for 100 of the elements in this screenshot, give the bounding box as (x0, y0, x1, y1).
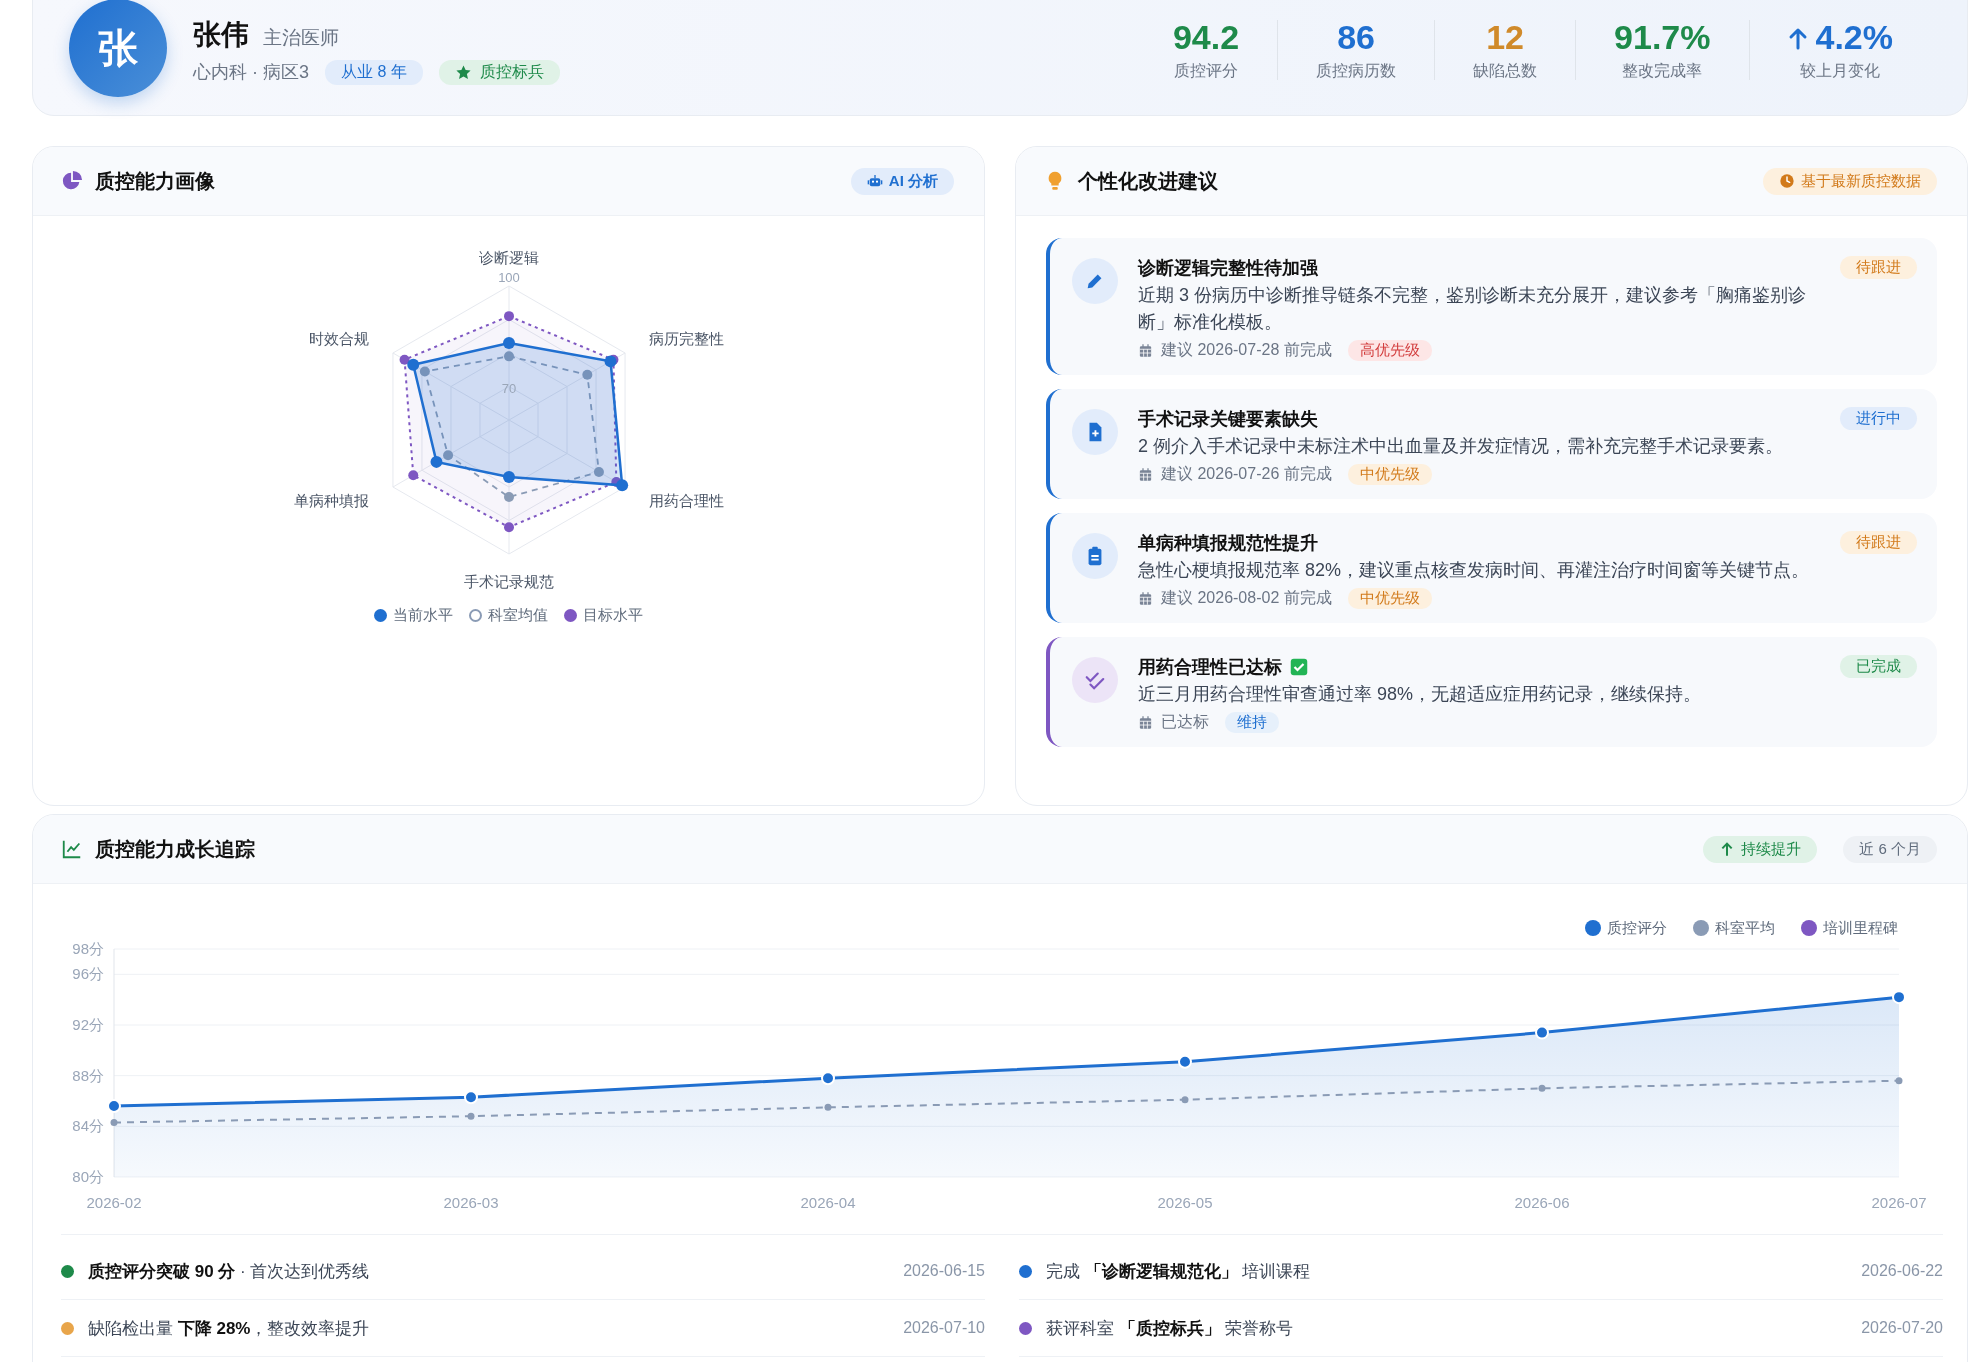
suggestion-text: 2 例介入手术记录中未标注术中出血量及并发症情况，需补充完整手术记录要素。 (1138, 435, 1784, 458)
line-chart-icon (61, 838, 83, 860)
pencil-icon (1072, 258, 1118, 304)
trend-badge: 持续提升 (1703, 835, 1818, 863)
radar-axis-label: 时效合规 (308, 330, 369, 347)
stat-label: 质控评分 (1174, 61, 1238, 81)
due-date: 建议 2026-08-02 前完成 (1161, 588, 1332, 608)
milestone-text: 缺陷检出量 下降 28%，整改效率提升 (88, 1317, 370, 1340)
legend-label: 科室平均 (1715, 919, 1775, 936)
radar-axis-label: 病历完整性 (648, 330, 724, 347)
data-point (110, 1119, 118, 1127)
data-point (1535, 1025, 1549, 1040)
stat-value: 86 (1337, 18, 1375, 57)
axis-tick-label: 70 (501, 380, 516, 396)
priority-tag: 高优先级 (1347, 340, 1432, 361)
data-point (1178, 1054, 1192, 1069)
radar-axis-label: 诊断逻辑 (478, 249, 539, 266)
award-tag: 质控标兵 (438, 59, 560, 85)
data-source-badge: 基于最新质控数据 (1763, 167, 1937, 195)
priority-tag: 中优先级 (1347, 464, 1432, 485)
double-check-icon (1072, 657, 1118, 703)
calendar-icon (1138, 715, 1153, 730)
y-axis-label: 88分 (72, 1066, 104, 1084)
milestone-date: 2026-06-15 (903, 1262, 985, 1280)
status-tag: 已完成 (1840, 655, 1917, 678)
data-point (1538, 1084, 1546, 1092)
x-axis-label: 2026-06 (1514, 1194, 1570, 1211)
panel-title: 质控能力画像 (95, 168, 215, 194)
data-point (1895, 1077, 1903, 1085)
radar-axis-label: 用药合理性 (648, 492, 724, 509)
suggestion-text: 近期 3 份病历中诊断推导链条不完整，鉴别诊断未充分展开，建议参考「胸痛鉴别诊断」标准化模板。 (1138, 284, 1807, 334)
y-axis-label: 96分 (72, 965, 104, 983)
due-date: 建议 2026-07-28 前完成 (1161, 340, 1332, 360)
stat-label: 缺陷总数 (1473, 61, 1538, 81)
panel-title: 个性化改进建议 (1078, 168, 1218, 194)
y-axis-label: 84分 (72, 1117, 104, 1135)
suggestion-title: 单病种填报规范性提升 (1138, 532, 1318, 555)
range-selector[interactable]: 近 6 个月 (1843, 835, 1937, 863)
due-date: 建议 2026-07-26 前完成 (1161, 464, 1332, 484)
priority-tag: 维持 (1225, 712, 1279, 733)
legend-label: 培训里程碑 (1823, 919, 1898, 936)
suggestion-title: 诊断逻辑完整性待加强 (1138, 257, 1318, 280)
stat-value: 94.2 (1172, 18, 1240, 57)
file-plus-icon (1072, 409, 1118, 455)
doctor-name: 张伟 (193, 17, 249, 52)
milestone-text: 质控评分突破 90 分 · 首次达到优秀线 (88, 1260, 370, 1283)
stat-value: 91.7% (1614, 18, 1711, 57)
x-axis-label: 2026-03 (443, 1194, 499, 1211)
milestone-text: 获评科室 「质控标兵」 荣誉称号 (1046, 1317, 1294, 1340)
robot-icon (866, 173, 883, 189)
status-tag: 待跟进 (1840, 531, 1917, 554)
data-point (821, 1071, 835, 1086)
suggestion-title: 手术记录关键要素缺失 (1138, 408, 1318, 431)
legend-label: 科室均值 (488, 606, 548, 625)
radar-axis-label: 单病种填报 (293, 492, 369, 509)
stat-value: 12 (1486, 18, 1524, 57)
data-point (1892, 990, 1906, 1005)
data-point (824, 1103, 832, 1111)
calendar-icon (1138, 591, 1153, 606)
legend-label: 目标水平 (583, 606, 643, 625)
milestone-text: 完成 「诊断逻辑规范化」 培训课程 (1046, 1260, 1311, 1283)
avatar: 张 (69, 0, 167, 97)
y-axis-label: 80分 (72, 1168, 104, 1185)
milestone-date: 2026-07-20 (1861, 1319, 1943, 1337)
legend-label: 当前水平 (393, 606, 453, 625)
data-point (1181, 1096, 1189, 1104)
y-axis-label: 92分 (72, 1016, 104, 1033)
legend-label: 质控评分 (1607, 919, 1667, 936)
panel-title: 质控能力成长追踪 (95, 836, 255, 862)
data-point (467, 1112, 475, 1120)
stat-label: 较上月变化 (1800, 61, 1881, 81)
data-point (107, 1099, 121, 1114)
clock-icon (1779, 173, 1795, 189)
ai-analysis-badge: AI 分析 (850, 167, 954, 195)
stat-label: 质控病历数 (1316, 61, 1397, 81)
calendar-icon (1138, 467, 1153, 482)
status-tag: 进行中 (1840, 407, 1917, 430)
y-axis-label: 98分 (72, 940, 104, 957)
stat-label: 整改完成率 (1622, 61, 1703, 81)
milestone-date: 2026-07-10 (903, 1319, 985, 1337)
star-icon (454, 63, 472, 81)
axis-tick-label: 100 (497, 270, 520, 285)
radar-axis-label: 手术记录规范 (463, 573, 554, 590)
x-axis-label: 2026-02 (86, 1194, 142, 1211)
status-tag: 待跟进 (1840, 256, 1917, 279)
department: 心内科 · 病区3 (193, 61, 309, 84)
clipboard-icon (1072, 533, 1118, 579)
experience-tag: 从业 8 年 (325, 59, 423, 85)
data-point (464, 1090, 478, 1105)
x-axis-label: 2026-05 (1157, 1194, 1213, 1211)
priority-tag: 中优先级 (1347, 588, 1432, 609)
due-date: 已达标 (1161, 712, 1209, 732)
doctor-title: 主治医师 (263, 25, 339, 50)
suggestion-text: 近三月用药合理性审查通过率 98%，无超适应症用药记录，继续保持。 (1138, 683, 1703, 706)
calendar-icon (1138, 343, 1153, 358)
x-axis-label: 2026-07 (1871, 1194, 1927, 1211)
milestone-date: 2026-06-22 (1861, 1262, 1943, 1280)
suggestion-text: 急性心梗填报规范率 82%，建议重点核查发病时间、再灌注治疗时间窗等关键节点。 (1138, 559, 1811, 582)
pie-chart-icon (61, 170, 83, 192)
stat-value: 4.2% (1815, 18, 1893, 57)
